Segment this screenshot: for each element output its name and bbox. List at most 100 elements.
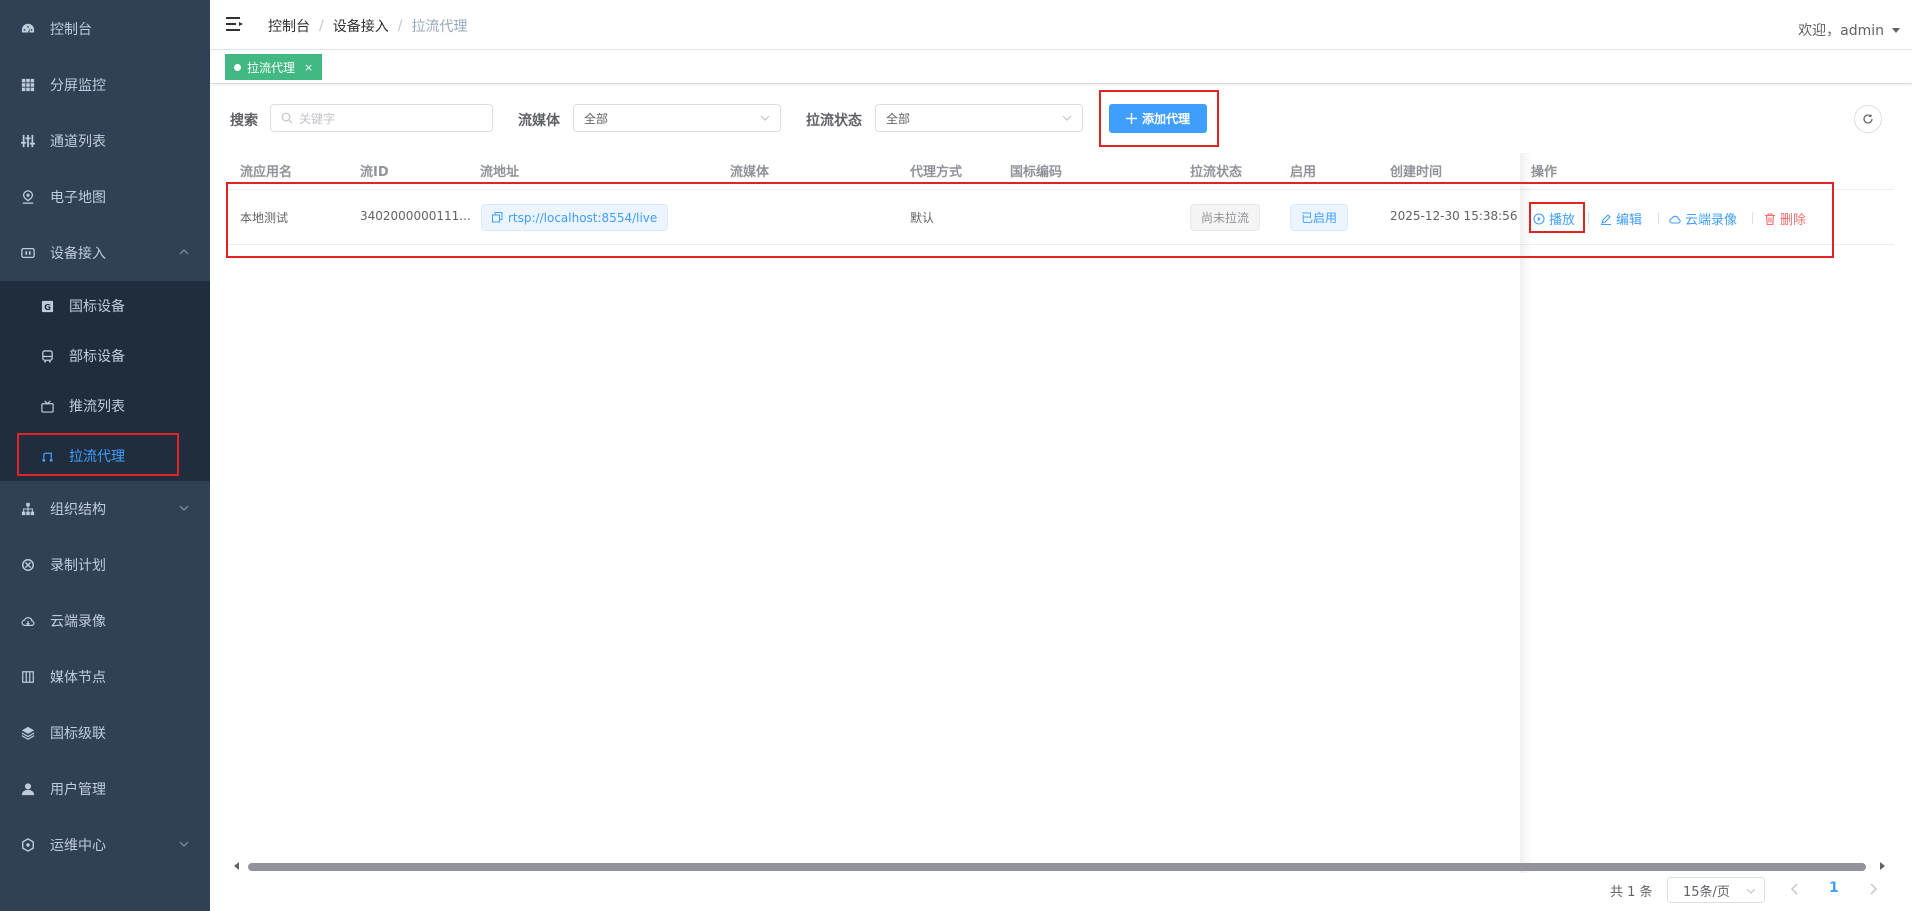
grid-icon	[20, 77, 36, 93]
sidebar-item-label: 推流列表	[69, 399, 125, 415]
prev-page-icon[interactable]	[1790, 882, 1800, 896]
sliders-icon	[20, 133, 36, 149]
hamburger-icon[interactable]	[226, 16, 244, 32]
close-icon[interactable]: ×	[304, 61, 313, 74]
ops-icon	[20, 837, 36, 853]
sidebar-subitem-push-list[interactable]: 推流列表	[0, 381, 210, 431]
sidebar-item-record-plan[interactable]: 录制计划	[0, 537, 210, 593]
pagination-total: 共 1 条	[1610, 885, 1653, 900]
status-label: 拉流状态	[806, 113, 862, 129]
tag-pull-proxy[interactable]: 拉流代理 ×	[225, 54, 323, 80]
column-header: 创建时间	[1390, 165, 1443, 180]
sidebar-item-label: 电子地图	[50, 190, 106, 206]
user-icon	[20, 781, 36, 797]
sidebar-item-label: 国标设备	[69, 299, 125, 315]
sidebar-subitem-gb-device[interactable]: G 国标设备	[0, 281, 210, 331]
sidebar-item-media-node[interactable]: 媒体节点	[0, 649, 210, 705]
breadcrumb-item[interactable]: 控制台	[268, 16, 310, 36]
media-select[interactable]: 全部	[573, 104, 781, 132]
column-header: 代理方式	[910, 165, 963, 180]
breadcrumb-separator: /	[319, 18, 324, 34]
sidebar-item-gb-cascade[interactable]: 国标级联	[0, 705, 210, 761]
layers-icon	[20, 725, 36, 741]
highlight-box-play	[1529, 202, 1585, 233]
breadcrumb: 控制台 / 设备接入 / 拉流代理	[268, 16, 467, 36]
search-input[interactable]: 关键字	[270, 104, 493, 132]
record-plan-icon	[20, 557, 36, 573]
sidebar-item-ops-center[interactable]: 运维中心	[0, 817, 210, 873]
sidebar-item-label: 用户管理	[50, 782, 106, 798]
sidebar-item-label: 通道列表	[50, 134, 106, 150]
sidebar-item-label: 设备接入	[50, 246, 106, 262]
map-pin-icon	[20, 189, 36, 205]
app-root: 控制台 分屏监控 通道列表 电子地图 设备接入 G 国标设备 部标设备 推流列表…	[0, 0, 1912, 911]
column-header: 国标编码	[1010, 165, 1063, 180]
caret-down-icon	[1892, 27, 1900, 33]
scrollbar-thumb[interactable]	[248, 863, 1866, 871]
search-label: 搜索	[230, 113, 258, 129]
column-header: 流地址	[480, 165, 520, 180]
dashboard-icon	[20, 21, 36, 37]
breadcrumb-separator: /	[397, 18, 403, 34]
chevron-down-icon	[1062, 115, 1072, 121]
sidebar-item-channel-list[interactable]: 通道列表	[0, 113, 210, 169]
tag-label: 拉流代理	[247, 60, 296, 75]
svg-text:G: G	[44, 301, 51, 311]
sidebar-item-label: 云端录像	[50, 614, 106, 630]
sidebar-item-org[interactable]: 组织结构	[0, 481, 210, 537]
sidebar-item-dashboard[interactable]: 控制台	[0, 1, 210, 57]
gb-device-icon: G	[40, 299, 54, 313]
status-select-value: 全部	[886, 111, 911, 126]
dot-icon	[234, 63, 241, 71]
media-label: 流媒体	[518, 113, 560, 129]
chevron-down-icon	[179, 505, 189, 511]
device-icon	[20, 245, 36, 261]
page-number[interactable]: 1	[1829, 880, 1839, 896]
status-select[interactable]: 全部	[875, 104, 1083, 132]
chevron-down-icon	[1746, 888, 1756, 894]
bus-icon	[40, 349, 54, 363]
org-tree-icon	[20, 501, 36, 517]
sidebar-item-user-mgmt[interactable]: 用户管理	[0, 761, 210, 817]
welcome-text: 欢迎，admin	[1798, 23, 1884, 39]
sidebar-item-label: 运维中心	[50, 838, 106, 854]
next-page-icon[interactable]	[1868, 882, 1878, 896]
sidebar-item-label: 分屏监控	[50, 78, 106, 94]
cloud-icon	[20, 613, 36, 629]
chevron-up-icon	[179, 249, 189, 255]
search-placeholder: 关键字	[299, 111, 336, 126]
breadcrumb-item[interactable]: 设备接入	[333, 16, 389, 36]
sidebar-item-label: 媒体节点	[50, 670, 106, 686]
sidebar-item-label: 录制计划	[50, 558, 106, 574]
highlight-box-sidebar	[17, 433, 179, 476]
page-size-value: 15条/页	[1683, 884, 1730, 900]
column-header: 流应用名	[240, 165, 293, 180]
sidebar-item-map[interactable]: 电子地图	[0, 169, 210, 225]
navbar: 控制台 / 设备接入 / 拉流代理 欢迎，admin	[210, 0, 1912, 50]
refresh-icon	[1863, 114, 1873, 124]
sidebar-subitem-jt-device[interactable]: 部标设备	[0, 331, 210, 381]
chevron-down-icon	[179, 841, 189, 847]
refresh-button[interactable]	[1854, 105, 1882, 133]
scroll-left-icon[interactable]	[234, 862, 239, 870]
column-header: 启用	[1290, 165, 1317, 180]
breadcrumb-current: 拉流代理	[411, 19, 468, 35]
page-size-select[interactable]: 15条/页	[1667, 877, 1765, 903]
column-header: 操作	[1531, 165, 1558, 180]
sidebar-item-label: 控制台	[50, 22, 92, 38]
column-header: 流ID	[360, 165, 389, 180]
fixed-column-shadow	[1520, 153, 1532, 873]
tags-view: 拉流代理 ×	[210, 50, 1912, 84]
scroll-right-icon[interactable]	[1880, 862, 1885, 870]
sidebar-item-label: 组织结构	[50, 502, 106, 518]
sidebar-item-cloud-record[interactable]: 云端录像	[0, 593, 210, 649]
search-icon	[281, 112, 293, 124]
column-header: 流媒体	[730, 165, 770, 180]
sidebar-item-device-access[interactable]: 设备接入	[0, 225, 210, 281]
sidebar-item-label: 国标级联	[50, 726, 106, 742]
sidebar-item-split-monitor[interactable]: 分屏监控	[0, 57, 210, 113]
chevron-down-icon	[760, 115, 770, 121]
user-menu[interactable]: 欢迎，admin	[1798, 20, 1900, 40]
media-node-icon	[20, 669, 36, 685]
highlight-box-row	[226, 182, 1834, 258]
